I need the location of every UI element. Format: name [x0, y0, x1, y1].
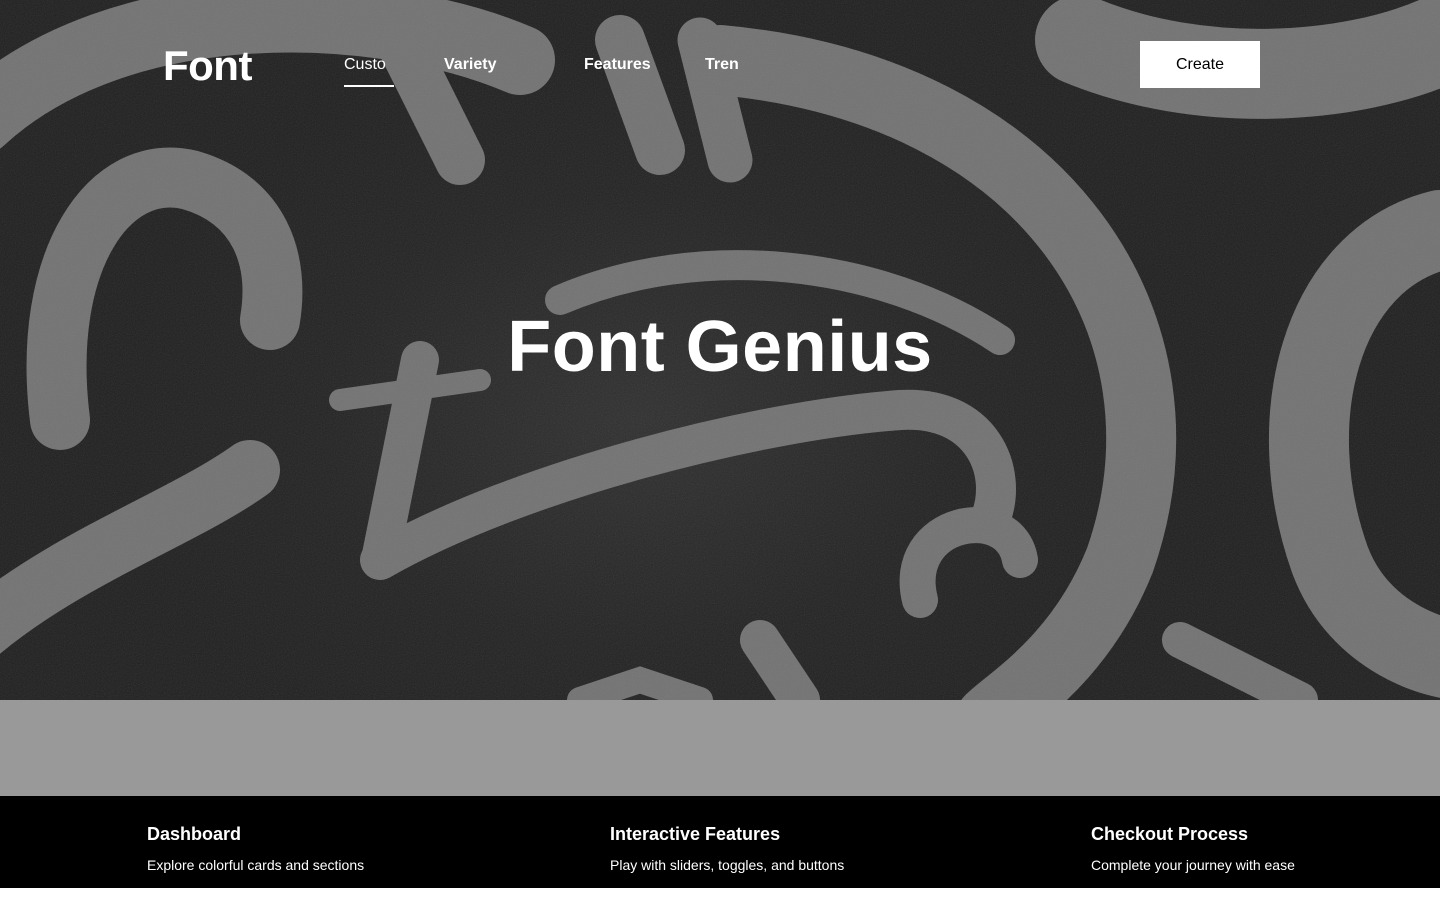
feature-card-interactive[interactable]: Interactive Features Play with sliders, … — [610, 824, 844, 874]
top-navigation: Font Custo Variety Features Tren Create — [0, 0, 1440, 130]
card-description: Explore colorful cards and sections — [147, 857, 365, 873]
nav-link-variety[interactable]: Variety — [444, 55, 496, 75]
feature-card-checkout[interactable]: Checkout Process Complete your journey w… — [1091, 824, 1295, 874]
hero-title: Font Genius — [507, 307, 933, 387]
card-title: Checkout Process — [1091, 824, 1249, 844]
feature-card-dashboard[interactable]: Dashboard Explore colorful cards and sec… — [147, 824, 364, 874]
card-title: Dashboard — [147, 824, 242, 844]
create-button[interactable]: Create — [1140, 41, 1260, 88]
hero-section: Font Custo Variety Features Tren Create … — [0, 0, 1440, 700]
nav-link-tren[interactable]: Tren — [705, 55, 739, 75]
nav-link-custo[interactable]: Custo — [344, 55, 386, 75]
card-description: Play with sliders, toggles, and buttons — [610, 857, 845, 873]
card-description: Complete your journey with ease — [1091, 857, 1295, 873]
nav-link-features[interactable]: Features — [584, 55, 651, 75]
card-title: Interactive Features — [610, 824, 781, 844]
logo[interactable]: Font — [163, 42, 252, 90]
active-nav-indicator — [344, 85, 394, 87]
gray-band — [0, 700, 1440, 796]
